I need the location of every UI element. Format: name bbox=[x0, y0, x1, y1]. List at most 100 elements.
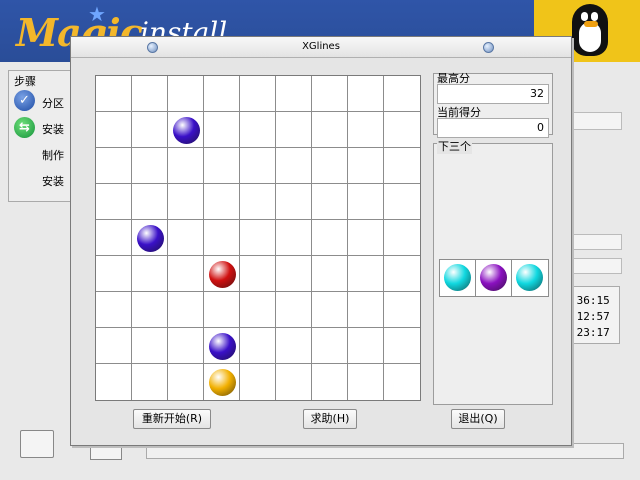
board-cell[interactable] bbox=[312, 184, 348, 220]
board-cell[interactable] bbox=[168, 364, 204, 400]
board-cell[interactable] bbox=[384, 292, 420, 328]
board-cell[interactable] bbox=[132, 112, 168, 148]
board-cell[interactable] bbox=[96, 220, 132, 256]
board-cell[interactable] bbox=[96, 328, 132, 364]
board-cell[interactable] bbox=[384, 364, 420, 400]
board-cell[interactable] bbox=[276, 112, 312, 148]
board-cell[interactable] bbox=[348, 112, 384, 148]
board-cell[interactable] bbox=[276, 148, 312, 184]
board-cell[interactable] bbox=[384, 184, 420, 220]
board-cell[interactable] bbox=[348, 256, 384, 292]
board-cell[interactable] bbox=[168, 292, 204, 328]
board-cell[interactable] bbox=[276, 220, 312, 256]
board-cell[interactable] bbox=[240, 220, 276, 256]
board-cell[interactable] bbox=[312, 148, 348, 184]
board-cell[interactable] bbox=[348, 220, 384, 256]
board-cell[interactable] bbox=[312, 292, 348, 328]
board-cell[interactable] bbox=[312, 220, 348, 256]
board-cell[interactable] bbox=[132, 76, 168, 112]
board-cell[interactable] bbox=[276, 364, 312, 400]
board-cell[interactable] bbox=[276, 76, 312, 112]
board-cell[interactable] bbox=[96, 292, 132, 328]
board-cell[interactable] bbox=[240, 112, 276, 148]
board-cell[interactable] bbox=[204, 364, 240, 400]
title-bar[interactable]: XGlines bbox=[71, 37, 571, 58]
next-ball bbox=[516, 264, 543, 291]
board-cell[interactable] bbox=[384, 328, 420, 364]
board-cell[interactable] bbox=[132, 256, 168, 292]
arrows-icon: ⇆ bbox=[14, 117, 35, 138]
ball[interactable] bbox=[137, 225, 164, 252]
keyboard-button[interactable] bbox=[90, 444, 122, 460]
board-cell[interactable] bbox=[240, 292, 276, 328]
board-cell[interactable] bbox=[132, 220, 168, 256]
board-cell[interactable] bbox=[132, 328, 168, 364]
board-cell[interactable] bbox=[204, 76, 240, 112]
board-cell[interactable] bbox=[276, 292, 312, 328]
step-partition: 分区 bbox=[42, 97, 64, 110]
board-cell[interactable] bbox=[240, 76, 276, 112]
board-cell[interactable] bbox=[132, 148, 168, 184]
board-cell[interactable] bbox=[312, 76, 348, 112]
board-cell[interactable] bbox=[384, 112, 420, 148]
board-cell[interactable] bbox=[132, 184, 168, 220]
ball[interactable] bbox=[173, 117, 200, 144]
board-cell[interactable] bbox=[168, 256, 204, 292]
board-cell[interactable] bbox=[348, 184, 384, 220]
board-cell[interactable] bbox=[168, 112, 204, 148]
board-cell[interactable] bbox=[312, 328, 348, 364]
board-cell[interactable] bbox=[96, 112, 132, 148]
board-cell[interactable] bbox=[168, 76, 204, 112]
theme-button[interactable] bbox=[20, 430, 54, 458]
board-cell[interactable] bbox=[276, 256, 312, 292]
board-cell[interactable] bbox=[240, 184, 276, 220]
restart-button[interactable]: 重新开始(R) bbox=[133, 409, 211, 429]
board-cell[interactable] bbox=[132, 364, 168, 400]
progress-field-2 bbox=[572, 234, 622, 250]
ball[interactable] bbox=[209, 333, 236, 360]
game-board[interactable] bbox=[95, 75, 421, 401]
board-cell[interactable] bbox=[96, 364, 132, 400]
board-cell[interactable] bbox=[204, 184, 240, 220]
board-cell[interactable] bbox=[96, 148, 132, 184]
close-icon[interactable] bbox=[483, 42, 494, 53]
board-cell[interactable] bbox=[312, 256, 348, 292]
star-icon: ★ bbox=[88, 2, 106, 26]
board-cell[interactable] bbox=[312, 364, 348, 400]
board-cell[interactable] bbox=[204, 148, 240, 184]
board-cell[interactable] bbox=[204, 328, 240, 364]
board-cell[interactable] bbox=[240, 148, 276, 184]
board-cell[interactable] bbox=[96, 256, 132, 292]
board-cell[interactable] bbox=[204, 112, 240, 148]
board-cell[interactable] bbox=[312, 112, 348, 148]
board-cell[interactable] bbox=[384, 220, 420, 256]
ball[interactable] bbox=[209, 261, 236, 288]
board-cell[interactable] bbox=[348, 76, 384, 112]
time-1: :36:15 bbox=[570, 294, 610, 307]
board-cell[interactable] bbox=[132, 292, 168, 328]
help-button[interactable]: 求助(H) bbox=[303, 409, 357, 429]
board-cell[interactable] bbox=[204, 220, 240, 256]
board-cell[interactable] bbox=[240, 364, 276, 400]
board-cell[interactable] bbox=[240, 256, 276, 292]
board-cell[interactable] bbox=[384, 76, 420, 112]
board-cell[interactable] bbox=[276, 328, 312, 364]
board-cell[interactable] bbox=[384, 148, 420, 184]
board-cell[interactable] bbox=[348, 364, 384, 400]
board-cell[interactable] bbox=[96, 76, 132, 112]
board-cell[interactable] bbox=[168, 220, 204, 256]
board-cell[interactable] bbox=[204, 292, 240, 328]
ball[interactable] bbox=[209, 369, 236, 396]
board-cell[interactable] bbox=[348, 328, 384, 364]
board-cell[interactable] bbox=[168, 148, 204, 184]
board-cell[interactable] bbox=[168, 184, 204, 220]
board-cell[interactable] bbox=[96, 184, 132, 220]
board-cell[interactable] bbox=[276, 184, 312, 220]
quit-button[interactable]: 退出(Q) bbox=[451, 409, 505, 429]
board-cell[interactable] bbox=[384, 256, 420, 292]
board-cell[interactable] bbox=[168, 328, 204, 364]
board-cell[interactable] bbox=[348, 148, 384, 184]
board-cell[interactable] bbox=[348, 292, 384, 328]
board-cell[interactable] bbox=[204, 256, 240, 292]
board-cell[interactable] bbox=[240, 328, 276, 364]
